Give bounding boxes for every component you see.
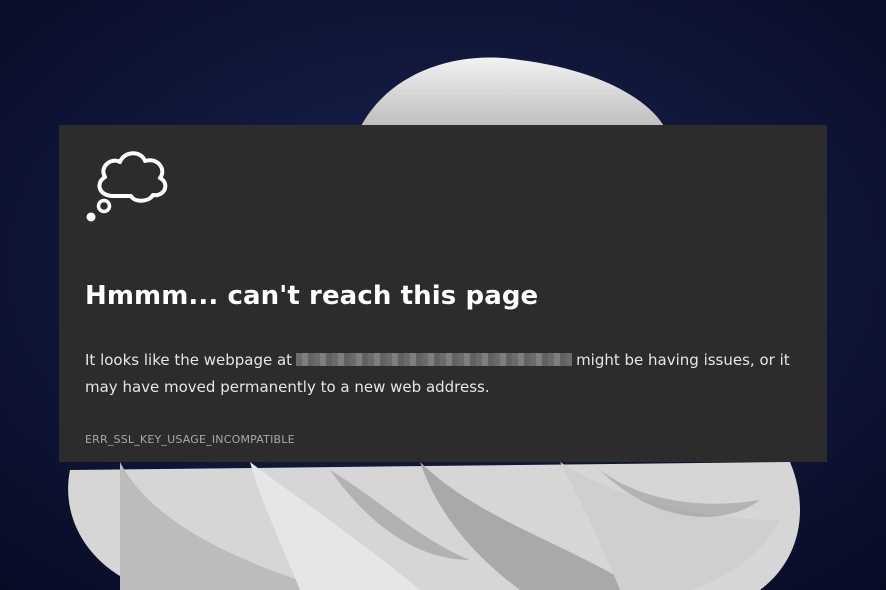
- redacted-url: [296, 353, 573, 366]
- error-message: It looks like the webpage at might be hav…: [85, 347, 801, 401]
- error-page-card: Hmmm... can't reach this page It looks l…: [59, 125, 827, 462]
- page-title: Hmmm... can't reach this page: [85, 281, 539, 311]
- message-text-before: It looks like the webpage at: [85, 351, 293, 369]
- thought-cloud-icon: [86, 151, 168, 222]
- error-code: ERR_SSL_KEY_USAGE_INCOMPATIBLE: [85, 433, 295, 446]
